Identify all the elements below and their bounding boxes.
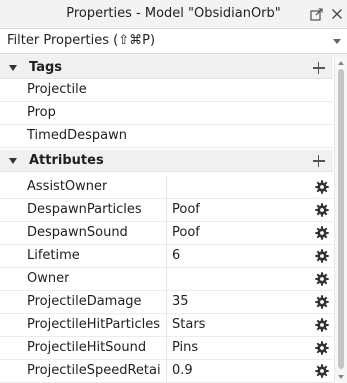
- attribute-value[interactable]: Poof: [172, 202, 200, 218]
- tag-label: Prop: [27, 105, 56, 120]
- properties-panel: Properties - Model "ObsidianOrb" Filter …: [0, 0, 347, 383]
- section-title-tags: Tags: [29, 60, 63, 75]
- attribute-name: ProjectileSpeedRetain…: [27, 363, 161, 378]
- attribute-name: DespawnParticles: [27, 202, 142, 217]
- chevron-down-icon[interactable]: [333, 39, 341, 44]
- tag-label: TimedDespawn: [27, 128, 127, 143]
- gear-icon[interactable]: [315, 203, 329, 217]
- gear-icon[interactable]: [315, 295, 329, 309]
- attribute-name: ProjectileHitParticles: [27, 317, 160, 332]
- column-divider: [166, 314, 167, 336]
- scroll-down-arrow-icon[interactable]: [338, 375, 344, 379]
- attribute-name: ProjectileHitSound: [27, 340, 147, 355]
- column-divider: [166, 268, 167, 290]
- scroll-thumb[interactable]: [338, 69, 344, 369]
- attribute-row[interactable]: DespawnParticles Poof: [0, 199, 333, 222]
- collapse-caret-icon[interactable]: [9, 158, 17, 164]
- section-header-tags[interactable]: Tags: [0, 57, 333, 79]
- attribute-name: DespawnSound: [27, 225, 128, 240]
- window-title: Properties - Model "ObsidianOrb": [66, 6, 281, 21]
- attribute-name: ProjectileDamage: [27, 294, 142, 309]
- column-divider: [166, 360, 167, 382]
- add-attribute-icon[interactable]: [312, 154, 326, 168]
- attribute-row[interactable]: Lifetime 6: [0, 245, 333, 268]
- attribute-name: AssistOwner: [27, 179, 108, 194]
- gear-icon[interactable]: [315, 249, 329, 263]
- section-title-attributes: Attributes: [29, 153, 104, 168]
- gear-icon[interactable]: [315, 364, 329, 378]
- collapse-caret-icon[interactable]: [9, 65, 17, 71]
- gear-icon[interactable]: [315, 341, 329, 355]
- tag-row[interactable]: Projectile: [0, 79, 333, 102]
- gear-icon[interactable]: [315, 318, 329, 332]
- tag-row[interactable]: Prop: [0, 102, 333, 125]
- column-divider: [166, 337, 167, 359]
- column-divider: [166, 291, 167, 313]
- column-divider: [166, 222, 167, 244]
- attribute-value[interactable]: Pins: [172, 340, 198, 356]
- title-bar: Properties - Model "ObsidianOrb": [0, 0, 347, 29]
- vertical-scrollbar[interactable]: [334, 57, 347, 383]
- column-divider: [166, 199, 167, 221]
- attribute-row[interactable]: AssistOwner: [0, 176, 333, 199]
- attribute-value[interactable]: 0.9: [172, 363, 193, 379]
- attribute-name: Lifetime: [27, 248, 80, 263]
- tag-row[interactable]: TimedDespawn: [0, 125, 333, 148]
- filter-properties-input[interactable]: Filter Properties (⇧⌘P): [0, 29, 347, 54]
- undock-icon[interactable]: [310, 7, 324, 21]
- section-header-attributes[interactable]: Attributes: [0, 150, 333, 172]
- attribute-row[interactable]: ProjectileSpeedRetain… 0.9: [0, 360, 333, 383]
- attribute-row[interactable]: ProjectileHitSound Pins: [0, 337, 333, 360]
- attribute-name: Owner: [27, 271, 70, 286]
- gear-icon[interactable]: [315, 272, 329, 286]
- attribute-row[interactable]: Owner: [0, 268, 333, 291]
- attribute-value[interactable]: 35: [172, 294, 189, 310]
- gear-icon[interactable]: [315, 226, 329, 240]
- close-icon[interactable]: [330, 7, 344, 21]
- attribute-value[interactable]: Stars: [172, 317, 205, 333]
- add-tag-icon[interactable]: [312, 61, 326, 75]
- attribute-row[interactable]: ProjectileDamage 35: [0, 291, 333, 314]
- attribute-row[interactable]: DespawnSound Poof: [0, 222, 333, 245]
- attribute-value[interactable]: Poof: [172, 225, 200, 241]
- column-divider: [166, 176, 167, 198]
- tag-label: Projectile: [27, 82, 87, 97]
- attribute-value[interactable]: 6: [172, 248, 180, 264]
- scroll-up-arrow-icon[interactable]: [338, 61, 344, 65]
- filter-placeholder: Filter Properties (⇧⌘P): [7, 33, 156, 48]
- column-divider: [166, 245, 167, 267]
- gear-icon[interactable]: [315, 180, 329, 194]
- attribute-row[interactable]: ProjectileHitParticles Stars: [0, 314, 333, 337]
